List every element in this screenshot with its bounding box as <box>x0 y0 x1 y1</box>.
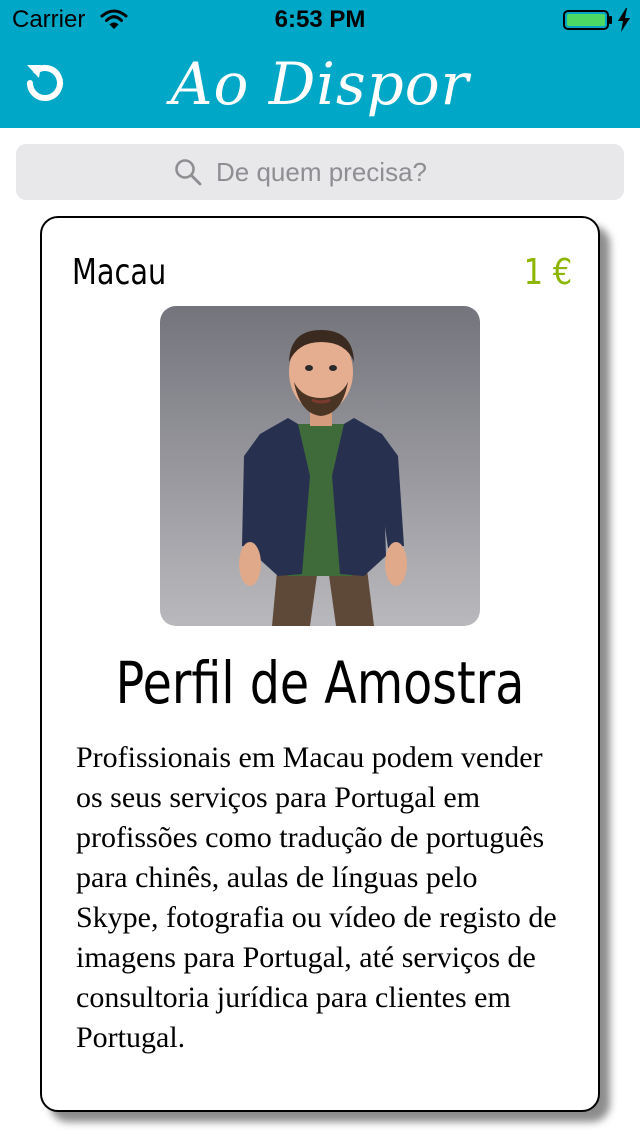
profile-name: Perfil de Amostra <box>115 649 525 717</box>
profile-avatar <box>160 306 480 626</box>
avatar-illustration <box>239 330 407 626</box>
profile-location: Macau <box>72 252 167 293</box>
battery-icon <box>563 10 612 30</box>
status-time: 6:53 PM <box>274 6 366 33</box>
search-input[interactable] <box>216 156 466 188</box>
search-icon <box>175 159 202 186</box>
profile-card[interactable]: Macau 1 € Perfil de Amostra Profissionai… <box>40 216 600 1112</box>
charging-bolt-icon <box>618 8 630 32</box>
status-bar: Carrier 6:53 PM <box>0 0 640 40</box>
profile-description: Profissionais em Macau podem vender os s… <box>76 741 557 1054</box>
app-title: Ao Dispor <box>170 50 470 118</box>
profile-price: 1 € <box>523 252 572 293</box>
app-header: Carrier 6:53 PM Ao Dispor <box>0 0 640 128</box>
search-bar[interactable] <box>16 144 624 200</box>
